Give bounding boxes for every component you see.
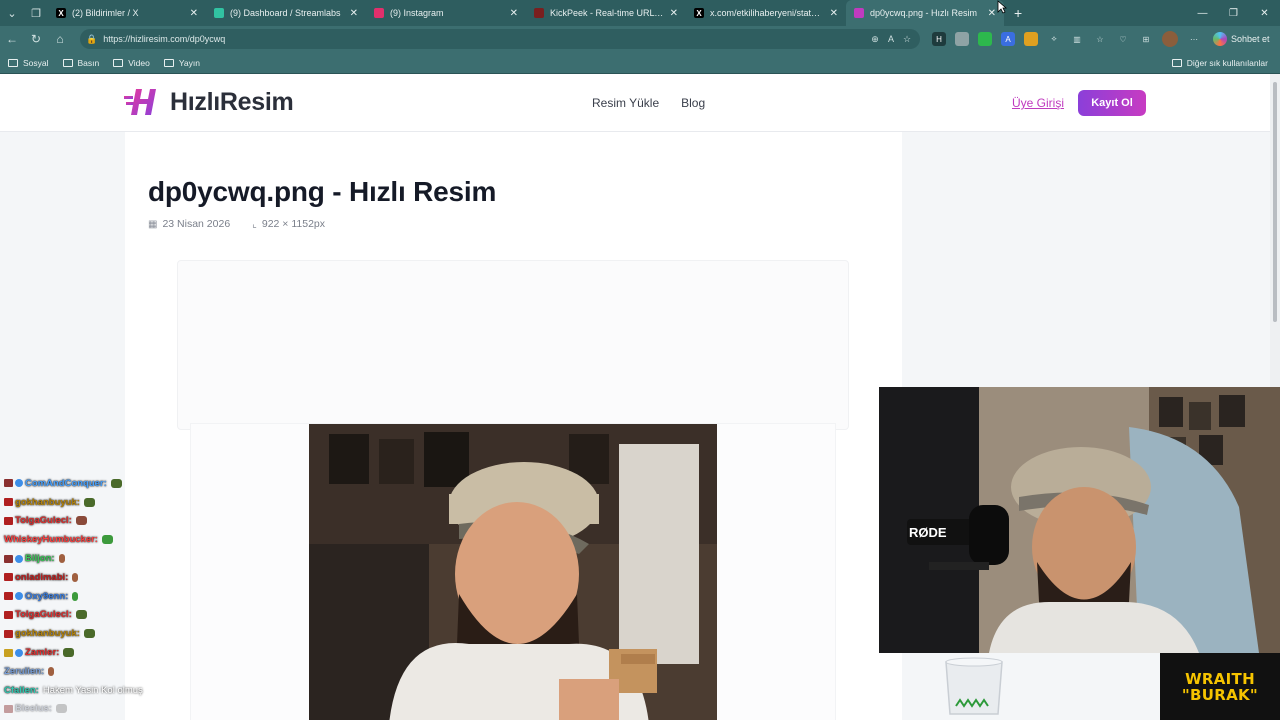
back-icon[interactable]: ← — [0, 26, 24, 52]
workspaces-icon[interactable]: ❐ — [24, 0, 48, 26]
close-window-icon[interactable]: ✕ — [1249, 0, 1280, 26]
streamlabs-icon — [214, 8, 224, 18]
puzzle-icon[interactable]: ⟡ — [1047, 32, 1061, 46]
instagram-icon — [374, 8, 384, 18]
zoom-icon[interactable]: ⊕ — [868, 32, 882, 46]
ruler-icon: ⌞ — [252, 218, 257, 230]
favorite-star-icon[interactable]: ☆ — [900, 32, 914, 46]
chat-message: Bleeius: — [4, 700, 174, 719]
bookmark-folder-sosyal[interactable]: Sosyal — [8, 58, 49, 68]
folder-icon — [8, 58, 18, 67]
nav-blog[interactable]: Blog — [681, 96, 705, 110]
tab-kickpeek[interactable]: KickPeek - Real-time URL Crawler ✕ — [526, 0, 686, 26]
tab-x-notifications[interactable]: X (2) Bildirimler / X ✕ — [48, 0, 206, 26]
chat-message: Oxy9enn: — [4, 587, 174, 606]
extension-icon[interactable]: H — [932, 32, 946, 46]
close-icon[interactable]: ✕ — [350, 8, 358, 19]
webcam-overlay: RØDE — [879, 387, 1280, 653]
other-bookmarks[interactable]: Diğer sık kullanılanlar — [1171, 58, 1268, 68]
profile-avatar[interactable] — [1162, 31, 1178, 47]
translate-icon[interactable]: A — [1001, 32, 1015, 46]
x-logo-icon: X — [56, 8, 66, 18]
site-logo[interactable]: HızlıResim — [124, 87, 294, 117]
bookmark-folder-video[interactable]: Video — [113, 58, 150, 68]
lock-icon: 🔒 — [86, 33, 98, 44]
calendar-icon: ▦ — [148, 218, 158, 230]
bookmarks-bar: Sosyal Basın Video Yayın Diğer sık kulla… — [0, 52, 1280, 74]
uploaded-photo — [309, 424, 717, 720]
close-icon[interactable]: ✕ — [670, 8, 678, 19]
home-icon[interactable]: ⌂ — [48, 26, 72, 52]
chat-message: ComAndConquer: — [4, 474, 174, 493]
favorites-icon[interactable]: ☆ — [1093, 32, 1107, 46]
copilot-chat-button[interactable]: Sohbet et — [1213, 32, 1270, 46]
chat-message: TolgaGulecl: — [4, 512, 174, 531]
tab-x-status[interactable]: X x.com/etkilihaberyeni/status/2047 ✕ — [686, 0, 846, 26]
tab-instagram[interactable]: (9) Instagram ✕ — [366, 0, 526, 26]
page-title: dp0ycwq.png - Hızlı Resim — [148, 176, 497, 207]
window-controls: — ❐ ✕ — [1187, 0, 1280, 26]
folder-icon — [163, 58, 174, 67]
extension-icon[interactable] — [978, 32, 992, 46]
chat-message: Zerulien: — [4, 662, 174, 681]
ad-placeholder — [177, 260, 849, 430]
extension-icon[interactable] — [1024, 32, 1038, 46]
address-input[interactable]: 🔒 https://hizliresim.com/dp0ycwq ⊕ A ☆ — [80, 29, 920, 49]
reload-icon[interactable]: ↻ — [24, 26, 48, 52]
bookmark-folder-yayin[interactable]: Yayın — [163, 58, 200, 68]
folder-icon — [113, 58, 124, 67]
chat-message: Zamler: — [4, 643, 174, 662]
extension-icon[interactable] — [955, 32, 969, 46]
webcam-feed: RØDE — [879, 387, 1280, 653]
heart-icon[interactable]: ♡ — [1116, 32, 1130, 46]
read-aloud-icon[interactable]: A — [884, 32, 898, 46]
folder-icon — [1171, 58, 1182, 67]
image-dimensions: 922 × 1152px — [261, 218, 326, 230]
upload-date: 23 Nisan 2026 — [162, 218, 231, 230]
stream-chat-overlay: ComAndConquer: gokhanbuyuk: TolgaGulecl:… — [4, 474, 174, 718]
cup-overlay-icon — [945, 657, 1003, 715]
close-icon[interactable]: ✕ — [510, 8, 518, 19]
extensions-bar: H A ⟡ ▥ ☆ ♡ ⊞ ⋯ — [932, 31, 1201, 47]
more-icon[interactable]: ⋯ — [1187, 32, 1201, 46]
uploaded-image[interactable] — [309, 424, 717, 720]
hizliresim-logo-icon — [124, 89, 156, 115]
image-meta: ▦ 23 Nisan 2026 ⌞ 922 × 1152px — [148, 218, 325, 230]
hizliresim-icon — [854, 8, 864, 18]
chat-message: Cfallen: Hakem Yasin Kol olmuş — [4, 684, 143, 696]
scrollbar-thumb[interactable] — [1273, 82, 1277, 322]
new-tab-button[interactable]: + — [1004, 5, 1032, 21]
wraith-badge-overlay: WRAITH "BURAK" — [1160, 653, 1280, 720]
chat-message: gokhanbuyuk: — [4, 493, 174, 512]
address-bar-row: ← ↻ ⌂ 🔒 https://hizliresim.com/dp0ycwq ⊕… — [0, 26, 1280, 52]
kickpeek-icon — [534, 8, 544, 18]
chat-message: WhiskeyHumbucker: — [4, 530, 174, 549]
chat-message: gokhanbuyuk: — [4, 624, 174, 643]
nav-upload-image[interactable]: Resim Yükle — [592, 96, 659, 110]
minimize-icon[interactable]: — — [1187, 0, 1218, 26]
bookmark-folder-basin[interactable]: Basın — [62, 58, 99, 68]
mic-brand-label: RØDE — [909, 525, 947, 540]
copilot-icon — [1213, 32, 1227, 46]
chat-message: onladimabi: — [4, 568, 174, 587]
split-screen-icon[interactable]: ▥ — [1070, 32, 1084, 46]
tab-streamlabs[interactable]: (9) Dashboard / Streamlabs ✕ — [206, 0, 366, 26]
collections-icon[interactable]: ⊞ — [1139, 32, 1153, 46]
tab-bar: ⌄ ❐ X (2) Bildirimler / X ✕ (9) Dashboar… — [0, 0, 1280, 26]
folder-icon — [62, 58, 73, 67]
chat-message: TolgaGulecl: — [4, 606, 174, 625]
main-nav: Resim Yükle Blog — [592, 96, 705, 110]
site-header: HızlıResim Resim Yükle Blog Üye Girişi K… — [0, 74, 1270, 132]
chat-message: Biljon: — [4, 549, 174, 568]
mouse-cursor-icon — [997, 0, 1007, 14]
maximize-icon[interactable]: ❐ — [1218, 0, 1249, 26]
tab-menu-icon[interactable]: ⌄ — [0, 0, 24, 26]
tab-hizliresim[interactable]: dp0ycwq.png - Hızlı Resim ✕ — [846, 0, 1004, 26]
login-link[interactable]: Üye Girişi — [1012, 96, 1064, 110]
x-logo-icon: X — [694, 8, 704, 18]
signup-button[interactable]: Kayıt Ol — [1078, 90, 1146, 116]
close-icon[interactable]: ✕ — [190, 8, 198, 19]
close-icon[interactable]: ✕ — [830, 8, 838, 19]
close-icon[interactable]: ✕ — [988, 8, 996, 19]
